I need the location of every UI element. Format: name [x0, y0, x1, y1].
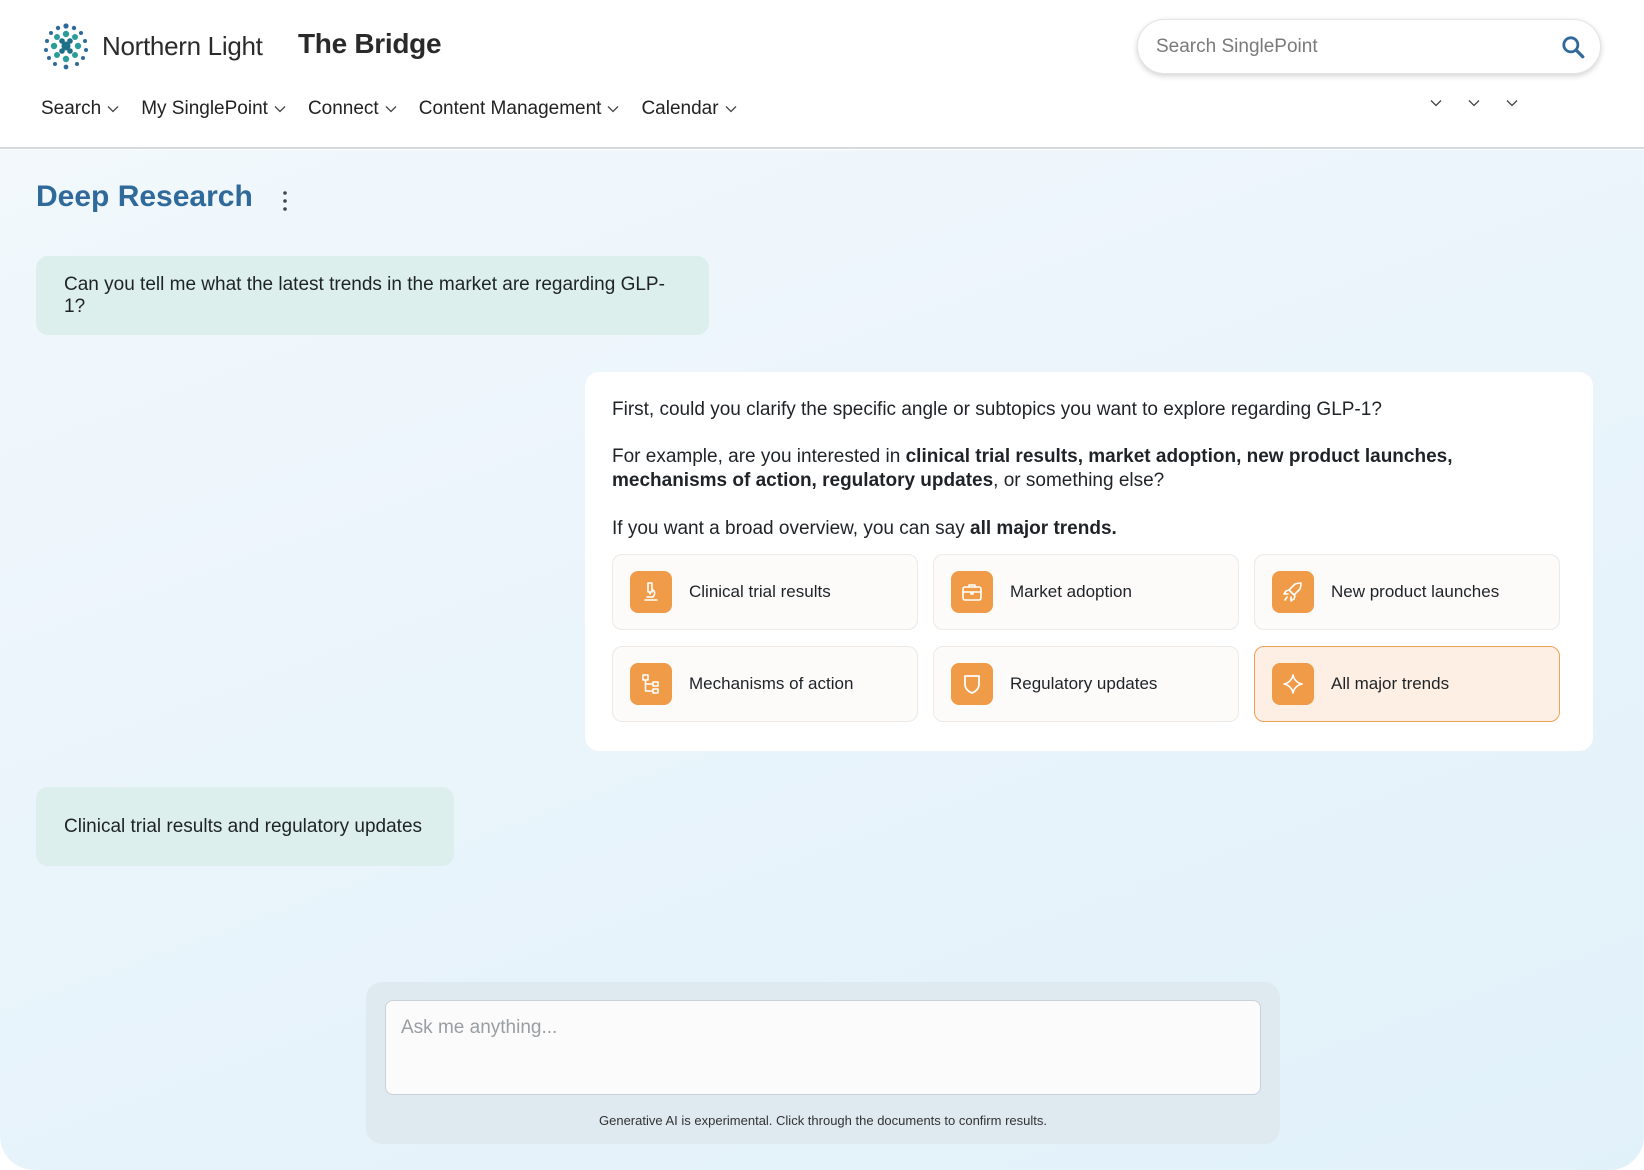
mail-menu[interactable] — [1424, 99, 1518, 275]
assistant-examples-suffix: , or something else? — [993, 470, 1165, 491]
search-icon[interactable] — [1560, 34, 1586, 60]
rocket-icon-badge — [1272, 571, 1314, 613]
briefcase-icon — [962, 584, 982, 601]
assistant-question: First, could you clarify the specific an… — [612, 399, 1382, 420]
chevron-down-icon — [385, 106, 397, 113]
assistant-overview-hint: If you want a broad overview, you can sa… — [612, 517, 1562, 541]
logo-text: Northern Light — [102, 30, 263, 61]
option-regulatory-updates[interactable]: Regulatory updates — [933, 646, 1239, 722]
nav-search[interactable]: Search — [41, 98, 119, 120]
app-title: The Bridge — [298, 28, 442, 59]
search-input[interactable] — [1156, 32, 1536, 62]
deep-research-panel: Deep Research Can you tell me what the l… — [0, 150, 1644, 1170]
option-all-major-trends[interactable]: All major trends — [1254, 646, 1560, 722]
nav-calendar[interactable]: Calendar — [641, 98, 737, 120]
logo[interactable]: Northern Light — [40, 20, 263, 72]
chevron-down-icon — [274, 106, 286, 113]
shield-icon-badge — [951, 663, 993, 705]
assistant-examples-prefix: For example, are you interested in — [612, 446, 906, 467]
assistant-overview-prefix: If you want a broad overview, you can sa… — [612, 518, 971, 539]
briefcase-icon-badge — [951, 571, 993, 613]
nav-connect-label: Connect — [307, 98, 379, 119]
ai-disclaimer: Generative AI is experimental. Click thr… — [599, 1113, 1047, 1128]
chevron-down-icon — [607, 106, 619, 113]
chevron-down-icon — [725, 106, 737, 113]
nav-calendar-label: Calendar — [641, 98, 719, 119]
option-clinical-trial-results[interactable]: Clinical trial results — [612, 554, 918, 630]
nav-my-singlepoint-label: My SinglePoint — [141, 98, 268, 119]
nav-my-singlepoint[interactable]: My SinglePoint — [141, 98, 286, 120]
hierarchy-icon — [642, 674, 659, 694]
microscope-icon — [644, 582, 658, 601]
user-message-text: Clinical trial results and regulatory up… — [64, 815, 423, 837]
northern-light-logo-icon — [44, 23, 88, 70]
option-label: Mechanisms of action — [689, 674, 854, 693]
sparkle-icon — [1283, 674, 1303, 694]
nav-search-label: Search — [41, 98, 102, 119]
assistant-examples: For example, are you interested in clini… — [612, 445, 1562, 493]
utility-icons — [1424, 99, 1538, 275]
option-label: Clinical trial results — [689, 582, 831, 601]
page-title: Deep Research — [36, 180, 253, 213]
microscope-icon-badge — [630, 571, 672, 613]
chevron-down-icon — [1430, 100, 1442, 107]
chevron-down-icon — [107, 106, 119, 113]
option-label: All major trends — [1331, 674, 1450, 693]
assistant-message: First, could you clarify the specific an… — [585, 372, 1593, 751]
user-message: Clinical trial results and regulatory up… — [36, 787, 454, 866]
more-options-icon[interactable] — [280, 190, 290, 212]
nav-content-management-label: Content Management — [418, 98, 602, 119]
main-nav: Search My SinglePoint Connect Content Ma… — [41, 98, 759, 120]
shield-icon — [964, 675, 980, 694]
nav-connect[interactable]: Connect — [308, 98, 397, 120]
option-label: Market adoption — [1010, 582, 1132, 601]
hierarchy-icon-badge — [630, 663, 672, 705]
user-menu[interactable] — [1424, 99, 1450, 275]
option-mechanisms-of-action[interactable]: Mechanisms of action — [612, 646, 918, 722]
sparkle-icon-badge — [1272, 663, 1314, 705]
user-message: Can you tell me what the latest trends i… — [36, 256, 709, 335]
chevron-down-icon — [1506, 100, 1518, 107]
assistant-overview-bold: all major trends. — [970, 518, 1117, 539]
nav-content-management[interactable]: Content Management — [419, 98, 620, 120]
help-menu[interactable] — [1424, 99, 1480, 275]
rocket-icon — [1283, 582, 1302, 602]
option-label: Regulatory updates — [1010, 674, 1158, 693]
chat-input[interactable] — [385, 1000, 1261, 1095]
global-search — [1137, 19, 1601, 74]
option-market-adoption[interactable]: Market adoption — [933, 554, 1239, 630]
top-header: Northern Light The Bridge Search My Sing… — [0, 0, 1644, 275]
option-label: New product launches — [1331, 582, 1500, 601]
chat-composer: Generative AI is experimental. Click thr… — [366, 982, 1280, 1144]
option-new-product-launches[interactable]: New product launches — [1254, 554, 1560, 630]
user-message-text: Can you tell me what the latest trends i… — [64, 273, 665, 317]
chevron-down-icon — [1468, 100, 1480, 107]
